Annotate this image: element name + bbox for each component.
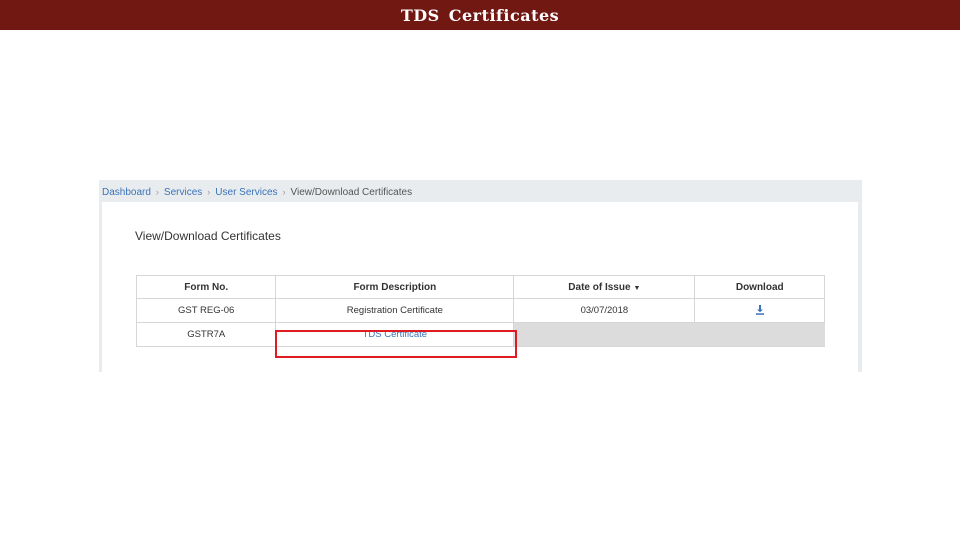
tds-certificate-link[interactable]: TDS Certificate [363, 329, 427, 340]
table-header-row: Form No. Form Description Date of Issue ▼… [135, 275, 825, 299]
breadcrumb-separator: › [207, 187, 211, 197]
table-row: GSTR7A TDS Certificate [135, 322, 825, 347]
header-date-of-issue[interactable]: Date of Issue ▼ [513, 275, 696, 299]
cell-tds-certificate[interactable]: TDS Certificate [275, 322, 515, 347]
cell-download [694, 298, 825, 323]
breadcrumb-services[interactable]: Services [164, 187, 202, 198]
certificates-panel: View/Download Certificates Form No. Form… [102, 202, 858, 372]
top-banner: TDS Certificates [0, 0, 960, 30]
header-form-no: Form No. [135, 275, 277, 299]
caret-down-icon[interactable]: ▼ [634, 285, 641, 292]
cell-date-of-issue: 03/07/2018 [513, 298, 696, 323]
cell-date-of-issue [513, 322, 695, 347]
cell-form-no: GST REG-06 [135, 298, 277, 323]
breadcrumb: Dashboard › Services › User Services › V… [102, 185, 412, 199]
cell-form-no: GSTR7A [135, 322, 277, 347]
header-date-label: Date of Issue [568, 281, 631, 293]
breadcrumb-current: View/Download Certificates [290, 186, 413, 198]
download-icon[interactable] [755, 305, 765, 316]
header-form-description: Form Description [275, 275, 515, 299]
breadcrumb-separator: › [282, 187, 286, 197]
breadcrumb-separator: › [155, 187, 159, 197]
cell-download [694, 322, 825, 347]
page-title: TDS Certificates [400, 5, 560, 25]
certificates-table: Form No. Form Description Date of Issue ▼… [135, 275, 825, 347]
table-row: GST REG-06 Registration Certificate 03/0… [135, 298, 825, 323]
portal-screenshot: Dashboard › Services › User Services › V… [99, 180, 862, 372]
breadcrumb-dashboard[interactable]: Dashboard [102, 187, 151, 198]
breadcrumb-user-services[interactable]: User Services [215, 187, 277, 198]
panel-title: View/Download Certificates [135, 229, 281, 243]
cell-form-description: Registration Certificate [275, 298, 515, 323]
header-download: Download [694, 275, 825, 299]
